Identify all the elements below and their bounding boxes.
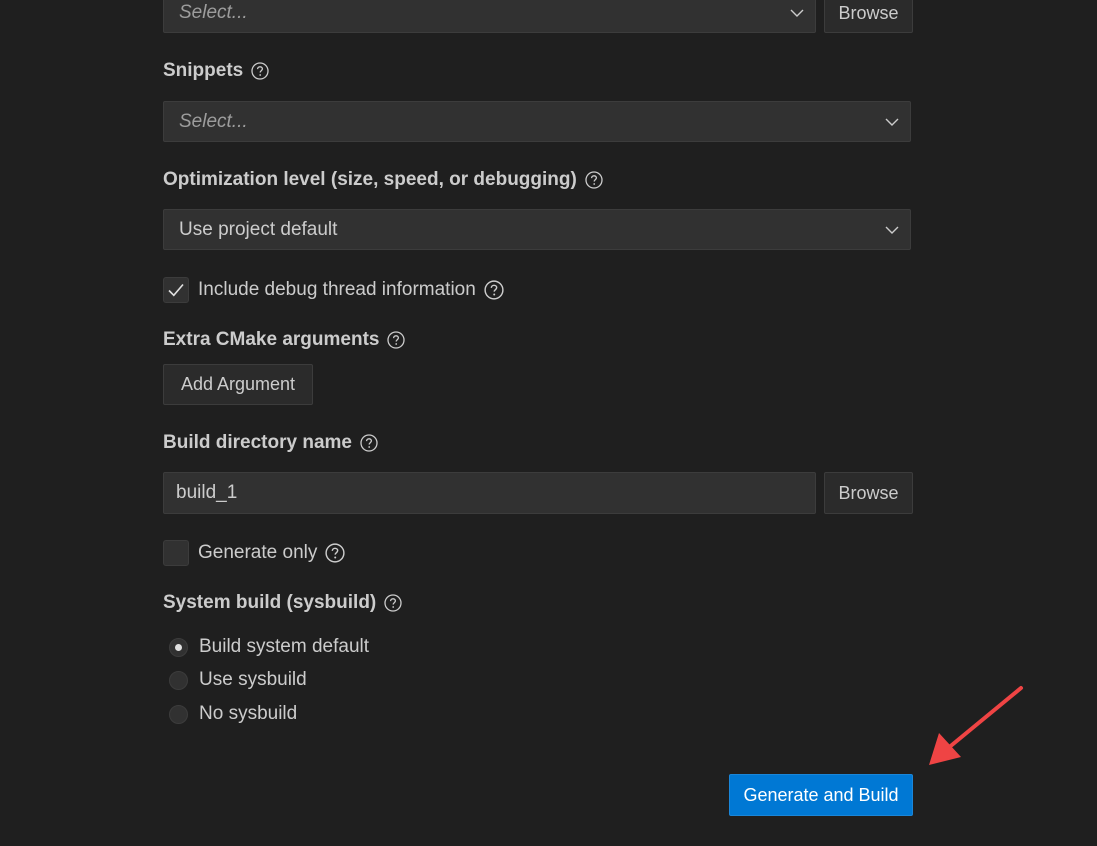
sysbuild-option-label: Build system default — [199, 636, 370, 657]
sysbuild-option-use[interactable]: Use sysbuild — [169, 667, 307, 693]
build-dir-browse-label: Browse — [838, 482, 899, 503]
checkmark-icon — [168, 283, 184, 297]
generate-and-build-label: Generate and Build — [743, 784, 899, 805]
cmake-args-label: Extra CMake arguments — [163, 327, 406, 353]
help-icon[interactable] — [387, 331, 406, 349]
generate-only-checkbox[interactable] — [163, 540, 189, 566]
devicetree-select-placeholder: Select... — [179, 2, 248, 23]
build-dir-label: Build directory name — [163, 430, 378, 456]
build-dir-input[interactable] — [163, 472, 816, 514]
chevron-down-icon — [789, 5, 805, 21]
help-icon[interactable] — [325, 543, 345, 563]
generate-only-option[interactable]: Generate only — [163, 539, 345, 567]
snippets-select-placeholder: Select... — [179, 110, 248, 132]
optimization-label: Optimization level (size, speed, or debu… — [163, 167, 603, 193]
add-argument-label: Add Argument — [180, 374, 296, 394]
chevron-down-icon — [884, 114, 900, 130]
snippets-label-text: Snippets — [163, 60, 244, 81]
cmake-args-label-text: Extra CMake arguments — [163, 329, 380, 350]
snippets-label: Snippets — [163, 58, 269, 84]
sysbuild-option-none[interactable]: No sysbuild — [169, 701, 297, 727]
help-icon[interactable] — [251, 62, 269, 80]
build-dir-browse-button[interactable]: Browse — [824, 472, 913, 514]
add-argument-button[interactable]: Add Argument — [163, 364, 313, 405]
snippets-select[interactable]: Select... — [163, 101, 911, 142]
generate-and-build-button[interactable]: Generate and Build — [729, 774, 913, 816]
help-icon[interactable] — [484, 280, 504, 300]
sysbuild-option-default[interactable]: Build system default — [169, 634, 369, 660]
devicetree-select[interactable]: Select... — [163, 0, 816, 33]
debug-thread-label: Include debug thread information — [198, 279, 476, 300]
build-configuration-page: Select... Browse Snippets Select... Opti… — [0, 0, 1097, 846]
sysbuild-radio-use[interactable] — [169, 670, 188, 690]
debug-thread-checkbox[interactable] — [163, 277, 189, 303]
optimization-label-text: Optimization level (size, speed, or debu… — [163, 169, 577, 190]
sysbuild-option-label: Use sysbuild — [199, 669, 307, 690]
help-icon[interactable] — [585, 171, 603, 189]
chevron-down-icon — [884, 222, 900, 238]
help-icon[interactable] — [360, 434, 378, 452]
sysbuild-radio-default[interactable] — [169, 637, 188, 657]
sysbuild-label: System build (sysbuild) — [163, 590, 402, 616]
optimization-select[interactable]: Use project default — [163, 209, 911, 250]
build-dir-label-text: Build directory name — [163, 432, 352, 453]
annotation-arrow-icon — [929, 686, 1023, 765]
debug-thread-option[interactable]: Include debug thread information — [163, 276, 504, 304]
optimization-selected-value: Use project default — [179, 218, 338, 240]
devicetree-browse-button[interactable]: Browse — [824, 0, 913, 33]
sysbuild-radio-none[interactable] — [169, 704, 188, 724]
generate-only-label: Generate only — [198, 542, 318, 563]
sysbuild-label-text: System build (sysbuild) — [163, 592, 377, 613]
help-icon[interactable] — [384, 594, 402, 612]
devicetree-browse-label: Browse — [838, 2, 899, 23]
sysbuild-option-label: No sysbuild — [199, 703, 298, 724]
